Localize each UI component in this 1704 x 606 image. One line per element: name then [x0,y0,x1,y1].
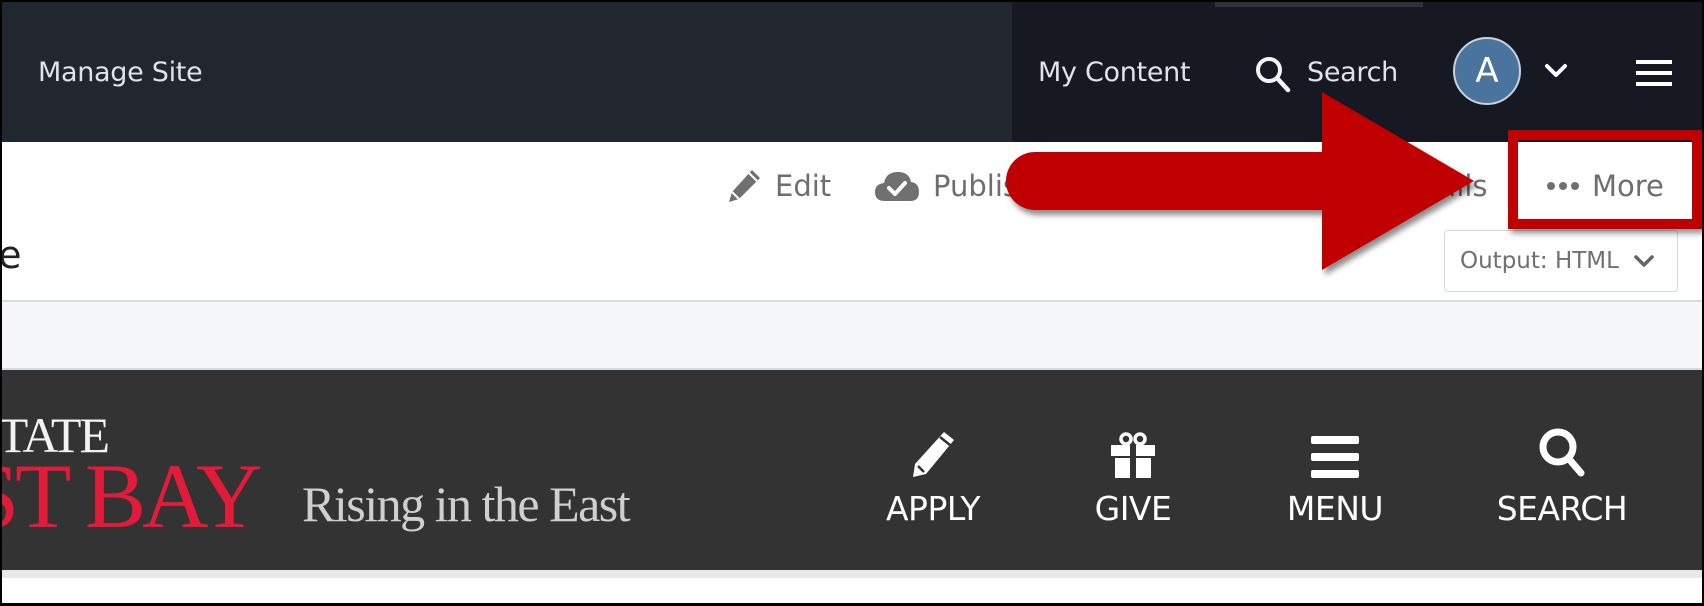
search-icon [1539,428,1585,477]
tab-indicator [1215,2,1423,7]
annotation-highlight-box [1508,130,1702,229]
pencil-icon [729,170,760,202]
search-link[interactable]: Search [1307,59,1398,86]
my-content-link[interactable]: My Content [1038,59,1191,86]
gift-icon [1111,432,1155,478]
edit-label: Edit [775,169,832,203]
details-button[interactable]: Details [1387,166,1488,206]
logo-bay-text: ST BAY [2,445,262,547]
page-title: ge [2,233,22,277]
avatar-initial: A [1475,51,1499,91]
logo-tagline: Rising in the East [302,476,631,532]
nav-apply-label: APPLY [885,489,981,528]
site-preview-strip [2,570,1702,578]
nav-menu-label: MENU [1286,489,1384,528]
nav-apply[interactable]: APPLY [853,420,1013,525]
nav-give-label: GIVE [1094,489,1172,528]
hamburger-icon [1311,436,1359,478]
nav-give[interactable]: GIVE [1053,420,1213,525]
nav-search-label: SEARCH [1496,489,1628,528]
publish-button[interactable]: Publish [873,166,1036,206]
nav-menu[interactable]: MENU [1255,420,1415,525]
output-select[interactable]: Output: HTML [1444,230,1678,292]
output-select-value: Output: HTML [1460,248,1619,274]
chevron-down-icon [1634,255,1654,267]
preview-toolbar-band [2,302,1702,370]
publish-label: Publish [933,169,1037,203]
manage-site-link[interactable]: Manage Site [38,59,203,86]
user-avatar[interactable]: A [1453,37,1521,105]
details-label: Details [1387,169,1488,203]
chevron-down-icon[interactable] [1543,62,1569,80]
cloud-check-icon [875,172,919,201]
pencil-icon [913,432,954,477]
cms-window: Manage Site My Content Search A Edit Pub… [2,2,1702,603]
search-icon[interactable] [1254,55,1294,95]
edit-button[interactable]: Edit [725,166,831,206]
hamburger-icon[interactable] [1636,60,1672,86]
nav-search[interactable]: SEARCH [1482,420,1642,525]
